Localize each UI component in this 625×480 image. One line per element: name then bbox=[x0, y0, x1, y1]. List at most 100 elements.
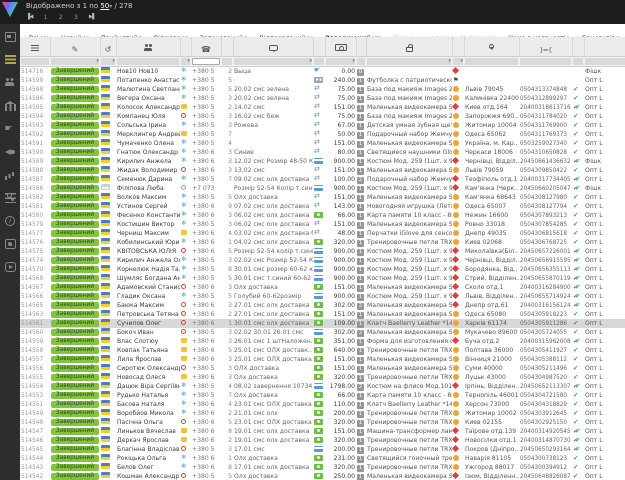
table-row[interactable]: 514576ЗавершенийКобилинський Юрий❄+380 6… bbox=[20, 238, 625, 247]
table-row[interactable]: 514554ЗавершенийДацюк Віра Сергіївна❄+38… bbox=[20, 382, 625, 391]
table-row[interactable]: 514598ЗавершенийМалютина Светлана❄+380 5… bbox=[20, 85, 625, 94]
per-page-select[interactable]: 50 bbox=[100, 2, 109, 10]
sidebar-item-statistics[interactable] bbox=[5, 170, 16, 180]
table-row[interactable]: 514570ЗавершенийКорнелюк Надія Та..❄+380… bbox=[20, 265, 625, 274]
table-row[interactable]: 514555ЗавершенийНовосад Олеся+380 63Олх … bbox=[20, 373, 625, 382]
filter-id[interactable] bbox=[20, 57, 50, 67]
table-row[interactable]: 514542ЗавершенийКошмак Александр+380 55О… bbox=[20, 472, 625, 480]
filter-check[interactable] bbox=[572, 57, 584, 67]
col-callback[interactable]: ↺ bbox=[100, 37, 116, 57]
tab-2[interactable]: Прийнятий7 bbox=[96, 24, 147, 37]
filter-callback[interactable]: ▾ bbox=[100, 57, 116, 67]
table-row[interactable]: 514563ЗавершенийПетровська Тетяна+380 62… bbox=[20, 310, 625, 319]
table-row[interactable]: 514580ЗавершенийФесенко Константин❄+380 … bbox=[20, 211, 625, 220]
tab-5[interactable]: Відправлений12 bbox=[254, 24, 318, 37]
table-row[interactable]: 514590ЗавершенийГнатюк Олександр❄+380 63… bbox=[20, 148, 625, 157]
sidebar-item-marketing[interactable] bbox=[5, 147, 16, 157]
app-logo-icon[interactable] bbox=[2, 2, 18, 17]
table-row[interactable]: 514551ЗавершенийБасова Наталя❄+380 6423.… bbox=[20, 400, 625, 409]
col-id[interactable] bbox=[20, 37, 50, 57]
filter-status[interactable]: ▾ bbox=[50, 57, 100, 67]
filter-total[interactable]: ▾ bbox=[325, 57, 356, 67]
table-row[interactable]: 514547ЗавершенийЛиньков Вячеслав+380 681… bbox=[20, 427, 625, 436]
table-row[interactable]: 514716ЗавершенийНов10 Нов10❄+380 52Выца☛… bbox=[20, 67, 625, 77]
tab-3[interactable]: Відмова42 bbox=[149, 24, 193, 37]
filter-payment[interactable] bbox=[313, 57, 325, 67]
filter-delivery[interactable]: ▾ bbox=[452, 57, 464, 67]
table-row[interactable]: 514592ЗавершенийМерклингер Андрей+380 57… bbox=[20, 130, 625, 139]
table-row[interactable]: 514566ЗавершенийГладик Оксана❄+380 55Гол… bbox=[20, 292, 625, 301]
table-row[interactable]: 514561ЗавершенийСучилов Олег+380 6130.01… bbox=[20, 319, 625, 328]
table-row[interactable]: 514582ЗавершенийВолков Максим❄+380 55Олх… bbox=[20, 193, 625, 202]
col-comment[interactable] bbox=[233, 37, 313, 57]
tab-9[interactable]: Самовивіз2 bbox=[577, 24, 625, 37]
tab-6[interactable]: Завершений278 bbox=[320, 24, 386, 37]
table-row[interactable]: 514581ЗавершенийУстинов Сергей❄+380 6907… bbox=[20, 202, 625, 211]
table-row[interactable]: 514588ЗавершенийЖидак Володимир+380 6313… bbox=[20, 166, 625, 175]
col-check[interactable] bbox=[572, 37, 584, 57]
tab-8[interactable]: Нема в наявності1 bbox=[503, 24, 574, 37]
page-2-button[interactable]: 2 bbox=[59, 13, 63, 21]
col-status[interactable]: ✎ bbox=[50, 37, 100, 57]
filter-client[interactable] bbox=[116, 57, 180, 67]
table-row[interactable]: 514595ЗавершенийКолосок Александр+380 52… bbox=[20, 103, 625, 112]
tab-7[interactable]: Повернення товару (в дорозі)0 bbox=[388, 24, 501, 37]
table-row[interactable]: 514559ЗавершенийВлас Слотюу+380 6326.01 … bbox=[20, 337, 625, 346]
table-row[interactable]: 514549ЗавершенийВоробйов Микола❄+380 622… bbox=[20, 409, 625, 418]
table-row[interactable]: 514565ЗавершенийБаюка Максим+380 6327.01… bbox=[20, 301, 625, 310]
table-row[interactable]: 514556ЗавершенийСиротюк Олександр+380 53… bbox=[20, 364, 625, 373]
col-client[interactable] bbox=[116, 37, 180, 57]
table-row[interactable]: 514589ЗавершенийКирилич Анжела❄+380 6312… bbox=[20, 157, 625, 166]
table-row[interactable]: 514587ЗавершенийСеменюк Дарина❄+380 5709… bbox=[20, 175, 625, 184]
table-row[interactable]: 514558ЗавершенийКовпак Татьяна+380 6525.… bbox=[20, 346, 625, 355]
table-row[interactable]: 514575ЗавершенийКВІТОВСЬКА ЮЛІЯ+380 65Ро… bbox=[20, 247, 625, 256]
filter-items[interactable] bbox=[356, 57, 366, 67]
col-items[interactable] bbox=[356, 37, 366, 57]
col-ttn[interactable]: }={ bbox=[519, 37, 572, 57]
col-product[interactable] bbox=[366, 37, 452, 57]
table-row[interactable]: 514594ЗавершенийКомпанец Юля+380 5316.02… bbox=[20, 112, 625, 121]
table-row[interactable]: 514568ЗавершенийШумляс Богдана Ан..❄+380… bbox=[20, 274, 625, 283]
sidebar-item-video-help[interactable] bbox=[5, 262, 16, 272]
table-row[interactable]: 514591ЗавершенийЧумаченко Олена❄+380 54⇄… bbox=[20, 139, 625, 148]
col-group[interactable] bbox=[584, 37, 625, 57]
table-row[interactable]: 514567ЗавершенийАдамовский Станис..+380 … bbox=[20, 283, 625, 292]
table-row[interactable]: 514579ЗавершенийКостишин Виктор❄+380 530… bbox=[20, 220, 625, 229]
sidebar-item-feedback[interactable] bbox=[5, 239, 16, 249]
sidebar-item-info[interactable]: i bbox=[5, 216, 15, 226]
table-row[interactable]: 514544ЗавершенийРокіцька Ольга❄+380 61Ол… bbox=[20, 454, 625, 463]
col-operator[interactable] bbox=[180, 37, 191, 57]
page-3-button[interactable]: 3 bbox=[74, 13, 78, 21]
col-phone[interactable]: ☎ bbox=[191, 37, 221, 57]
table-row[interactable]: 514560ЗавершенийБокоч Иван+380 5302.02 3… bbox=[20, 328, 625, 337]
tab-1[interactable]: Новий48 bbox=[56, 24, 94, 37]
col-city[interactable] bbox=[464, 37, 519, 57]
table-row[interactable]: 514593ЗавершенийСольська Ірина❄+380 53Ро… bbox=[20, 121, 625, 130]
tab-4[interactable]: Запакований1 bbox=[195, 24, 253, 37]
filter-operator[interactable]: ▾ bbox=[180, 57, 191, 67]
last-page-button[interactable]: ▶▌ bbox=[89, 14, 95, 20]
table-row[interactable]: 514543ЗавершенийБелов Олег❄+380 6817.01 … bbox=[20, 463, 625, 472]
col-msgcount[interactable] bbox=[221, 37, 233, 57]
sidebar-item-orders[interactable] bbox=[5, 55, 16, 65]
first-page-button[interactable]: ▐◀ bbox=[26, 14, 32, 20]
table-row[interactable]: 514553ЗавершенийРудько Наталья❄+380 57Ол… bbox=[20, 391, 625, 400]
filter-city[interactable] bbox=[464, 57, 519, 67]
table-row[interactable]: 514577ЗавершенийЧерниш Максим+380 6403.0… bbox=[20, 229, 625, 238]
col-total[interactable] bbox=[325, 37, 356, 57]
filter-group[interactable] bbox=[584, 57, 625, 67]
page-1-button[interactable]: 1 bbox=[43, 13, 47, 21]
table-row[interactable]: 514586ЗавершенийФіліпова Люба+7 073Розмі… bbox=[20, 184, 625, 193]
col-payment[interactable] bbox=[313, 37, 325, 57]
table-row[interactable]: 514574ЗавершенийКирилич Анжела Ол..❄+380… bbox=[20, 256, 625, 265]
sidebar-item-clients[interactable] bbox=[5, 78, 16, 88]
table-row[interactable]: 514545ЗавершенийБлагінна Владіслава+380 … bbox=[20, 445, 625, 454]
table-row[interactable]: 514548ЗавершенийПасічна Ольга+380 6523.0… bbox=[20, 418, 625, 427]
filter-msgcount[interactable] bbox=[221, 57, 233, 67]
filter-phone-input[interactable] bbox=[191, 57, 221, 67]
sidebar-item-dashboard[interactable] bbox=[5, 32, 16, 42]
table-row[interactable]: 514596ЗавершенийВегера Оксана❄+380 5320.… bbox=[20, 94, 625, 103]
filter-product[interactable]: ▾ bbox=[366, 57, 452, 67]
tab-0[interactable]: Всі471 bbox=[24, 24, 54, 37]
table-row[interactable]: 514599ЗавершенийПотапенко Анастас..❄+380… bbox=[20, 76, 625, 85]
